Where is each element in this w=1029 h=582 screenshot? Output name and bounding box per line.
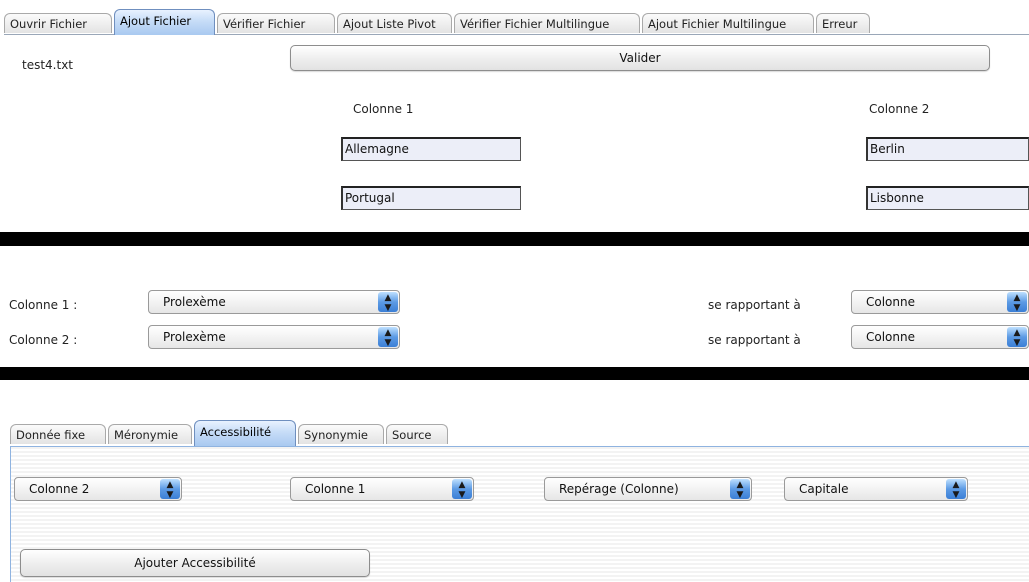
mapping-row1-label: Colonne 1 : — [9, 298, 78, 312]
tab-accessibilite[interactable]: Accessibilité — [194, 420, 296, 446]
accessibility-source-select[interactable]: Colonne 2 ▲ ▼ — [14, 477, 182, 501]
preview-col2-header: Colonne 2 — [869, 102, 930, 116]
tab-meronymie[interactable]: Méronymie — [108, 424, 192, 444]
tab-ouvrir-fichier[interactable]: Ouvrir Fichier — [4, 13, 112, 33]
mapping-row2-label: Colonne 2 : — [9, 333, 78, 347]
select-value: Capitale — [799, 482, 849, 496]
accessibility-type-select[interactable]: Repérage (Colonne) ▲ ▼ — [544, 477, 752, 501]
select-value: Colonne 2 — [29, 482, 90, 496]
relation-tab-bar: Donnée fixe Méronymie Accessibilité Syno… — [10, 420, 1029, 446]
accessibility-target-select[interactable]: Colonne 1 ▲ ▼ — [290, 477, 474, 501]
validate-button[interactable]: Valider — [290, 45, 990, 71]
tab-verifier-fichier-multilingue[interactable]: Vérifier Fichier Multilingue — [454, 13, 640, 33]
select-value: Repérage (Colonne) — [559, 482, 679, 496]
tab-ajout-fichier[interactable]: Ajout Fichier — [114, 9, 215, 35]
preview-row2-col1-field[interactable]: Portugal — [341, 186, 521, 210]
mapping-row1-type-select[interactable]: Prolexème ▲ ▼ — [148, 290, 400, 314]
select-arrows-icon: ▲ ▼ — [160, 479, 180, 500]
separator-bar — [0, 232, 1029, 246]
select-arrows-icon: ▲ ▼ — [730, 479, 750, 500]
select-arrows-icon: ▲ ▼ — [1007, 327, 1027, 348]
tab-donnee-fixe[interactable]: Donnée fixe — [10, 424, 106, 444]
select-value: Prolexème — [163, 295, 226, 309]
accessibility-label-select[interactable]: Capitale ▲ ▼ — [784, 477, 968, 501]
main-tab-bar: Ouvrir Fichier Ajout Fichier Vérifier Fi… — [4, 9, 1029, 35]
file-name: test4.txt — [22, 58, 74, 72]
tab-source[interactable]: Source — [386, 424, 448, 444]
select-arrows-icon: ▲ ▼ — [946, 479, 966, 500]
select-value: Prolexème — [163, 330, 226, 344]
mapping-row1-relates-select[interactable]: Colonne ▲ ▼ — [851, 290, 1029, 314]
select-value: Colonne 1 — [305, 482, 366, 496]
preview-row1-col1-field[interactable]: Allemagne — [341, 137, 521, 161]
select-value: Colonne — [866, 330, 915, 344]
tab-ajout-fichier-multilingue[interactable]: Ajout Fichier Multilingue — [642, 13, 814, 33]
mapping-row1-relates-label: se rapportant à — [708, 298, 801, 312]
tab-ajout-liste-pivot[interactable]: Ajout Liste Pivot — [337, 13, 452, 33]
preview-col1-header: Colonne 1 — [353, 102, 414, 116]
select-arrows-icon: ▲ ▼ — [1007, 292, 1027, 313]
select-arrows-icon: ▲ ▼ — [452, 479, 472, 500]
tab-verifier-fichier[interactable]: Vérifier Fichier — [217, 13, 335, 33]
mapping-row2-relates-select[interactable]: Colonne ▲ ▼ — [851, 325, 1029, 349]
separator-bar — [0, 367, 1029, 380]
mapping-row2-relates-label: se rapportant à — [708, 333, 801, 347]
select-arrows-icon: ▲ ▼ — [378, 327, 398, 348]
select-arrows-icon: ▲ ▼ — [378, 292, 398, 313]
add-accessibility-button[interactable]: Ajouter Accessibilité — [20, 549, 370, 577]
preview-row2-col2-field[interactable]: Lisbonne — [866, 186, 1029, 210]
mapping-row2-type-select[interactable]: Prolexème ▲ ▼ — [148, 325, 400, 349]
tab-erreur[interactable]: Erreur — [816, 13, 870, 33]
select-value: Colonne — [866, 295, 915, 309]
preview-row1-col2-field[interactable]: Berlin — [866, 137, 1029, 161]
tab-synonymie[interactable]: Synonymie — [298, 424, 384, 444]
